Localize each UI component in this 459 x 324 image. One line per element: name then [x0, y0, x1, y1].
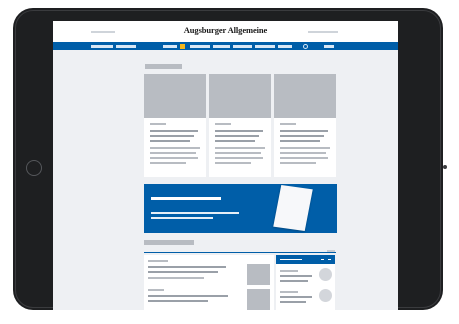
- section-title: [144, 240, 194, 245]
- article-teaser: [215, 147, 265, 149]
- home-button-icon[interactable]: [26, 160, 42, 176]
- article-headline: [150, 135, 194, 137]
- article-headline: [215, 130, 263, 132]
- section-divider: [144, 252, 336, 253]
- nav-item[interactable]: [116, 44, 136, 48]
- tablet-screen: Augsburger Allgemeine: [53, 21, 398, 310]
- avatar: [319, 289, 332, 302]
- article-teaser: [280, 147, 330, 149]
- sidebar-widget-header: [276, 255, 335, 264]
- article-teaser: [215, 162, 251, 164]
- article-thumbnail: [247, 289, 270, 310]
- article-teaser: [150, 157, 198, 159]
- article-teaser: [215, 152, 261, 154]
- article-headline: [150, 130, 198, 132]
- nav-badge: [180, 43, 185, 49]
- article-headline[interactable]: [148, 295, 228, 297]
- avatar: [319, 268, 332, 281]
- nav-item[interactable]: [233, 44, 252, 48]
- widget-item-kicker: [280, 270, 298, 272]
- article-headline: [215, 140, 255, 142]
- article-card[interactable]: [144, 74, 206, 177]
- article-image: [274, 74, 336, 118]
- article-image: [209, 74, 271, 118]
- article-list: [144, 255, 274, 310]
- article-kicker: [280, 123, 296, 125]
- nav-item[interactable]: [213, 44, 230, 48]
- user-icon[interactable]: [324, 44, 334, 48]
- top-right-link[interactable]: [308, 31, 338, 33]
- nav-item[interactable]: [278, 44, 292, 48]
- nav-item[interactable]: [190, 44, 210, 48]
- nav-item[interactable]: [91, 44, 113, 48]
- article-teaser: [280, 152, 326, 154]
- widget-next-icon[interactable]: [328, 258, 331, 260]
- widget-title: [280, 258, 302, 260]
- article-headline[interactable]: [148, 266, 226, 268]
- article-teaser: [280, 162, 316, 164]
- article-kicker: [150, 123, 166, 125]
- article-kicker: [215, 123, 231, 125]
- banner-headline: [151, 197, 221, 200]
- article-image: [144, 74, 206, 118]
- article-headline[interactable]: [148, 271, 218, 273]
- main-nav: [53, 42, 398, 50]
- article-teaser: [150, 152, 196, 154]
- article-card[interactable]: [274, 74, 336, 177]
- sidebar-widget: [276, 264, 335, 310]
- top-bar: Augsburger Allgemeine: [53, 21, 398, 42]
- banner-text: [151, 217, 213, 219]
- article-headline[interactable]: [148, 300, 208, 302]
- article-kicker: [148, 260, 168, 262]
- article-teaser: [280, 157, 328, 159]
- section-title: [145, 64, 182, 69]
- widget-item-title[interactable]: [280, 301, 306, 303]
- article-teaser: [148, 277, 204, 279]
- article-headline: [280, 140, 320, 142]
- article-headline: [215, 135, 259, 137]
- widget-item-title[interactable]: [280, 296, 312, 298]
- article-thumbnail: [247, 264, 270, 285]
- banner-text: [151, 212, 239, 214]
- article-teaser: [150, 162, 186, 164]
- masthead-title[interactable]: Augsburger Allgemeine: [53, 25, 398, 35]
- article-card[interactable]: [209, 74, 271, 177]
- article-teaser: [215, 157, 263, 159]
- article-headline: [280, 135, 324, 137]
- widget-item-title[interactable]: [280, 275, 312, 277]
- article-headline: [150, 140, 190, 142]
- article-teaser: [150, 147, 200, 149]
- camera-icon: [443, 165, 447, 169]
- article-kicker: [148, 289, 164, 291]
- nav-item[interactable]: [255, 44, 275, 48]
- nav-item[interactable]: [163, 44, 177, 48]
- widget-item-title[interactable]: [280, 280, 308, 282]
- search-icon[interactable]: [303, 44, 308, 49]
- article-headline: [280, 130, 328, 132]
- widget-prev-icon[interactable]: [321, 258, 324, 260]
- widget-item-kicker: [280, 291, 298, 293]
